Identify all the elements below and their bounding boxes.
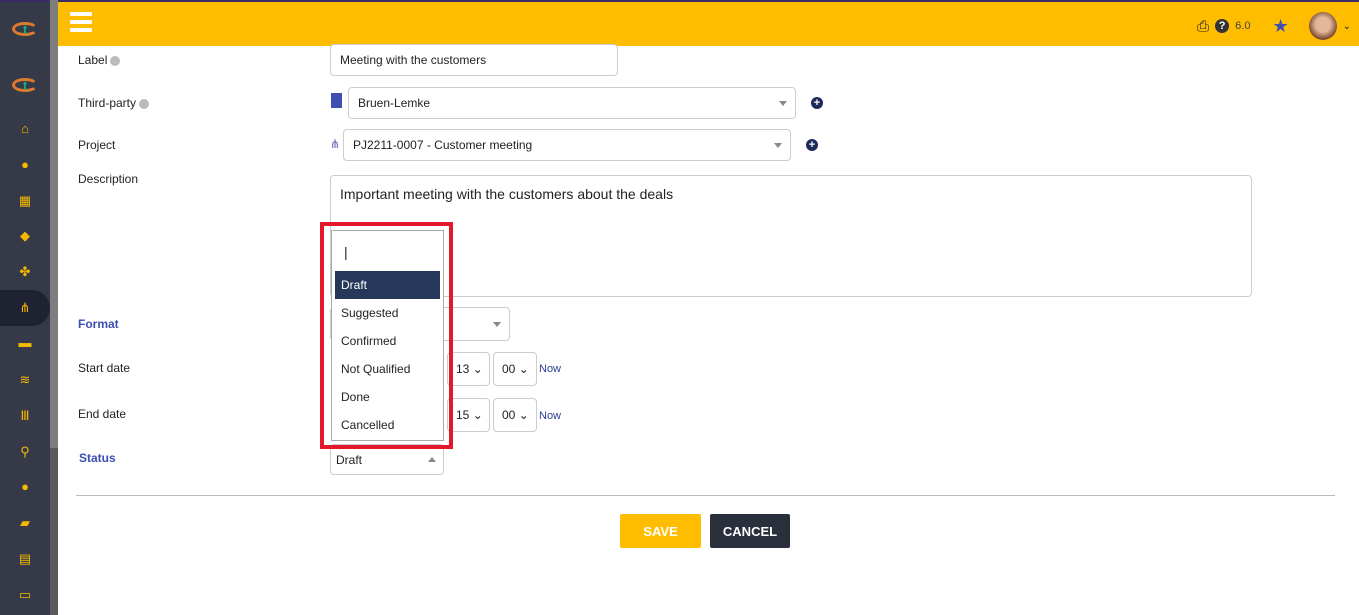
end-now-link[interactable]: Now [539, 410, 561, 422]
highlight-box [320, 222, 453, 449]
print-icon[interactable]: ⎙ [1197, 18, 1209, 35]
logo[interactable]: t [12, 22, 38, 37]
cubes-icon[interactable]: ✤ [0, 261, 50, 283]
format-label: Format [78, 317, 119, 331]
status-label: Status [79, 451, 116, 465]
building-icon[interactable]: ▦ [0, 190, 50, 212]
calendar-icon[interactable]: ▤ [0, 548, 50, 570]
project-select[interactable]: PJ2211-0007 - Customer meeting [343, 129, 791, 161]
project-icon: ⋔ [330, 137, 341, 151]
end-minute-select[interactable]: 00 ⌄ [493, 398, 537, 432]
ticket-icon[interactable]: ▭ [0, 584, 50, 606]
home-icon[interactable]: ⌂ [0, 118, 50, 140]
divider [76, 495, 1335, 496]
save-button[interactable]: SAVE [620, 514, 701, 548]
project-label: Project [78, 138, 116, 152]
sidebar: t t ⌂ ● ▦ ◆ ✤ ⋔ ▬ ≋ Ⅲ ⚲ ● ▰ ▤ ▭ [0, 0, 50, 615]
avatar[interactable] [1308, 12, 1337, 40]
label-label: Label [78, 53, 121, 67]
chevron-down-icon[interactable]: ⌄ [1343, 21, 1351, 32]
start-now-link[interactable]: Now [539, 363, 561, 375]
star-icon[interactable]: ★ [1272, 16, 1288, 37]
sidebar-scrollbar[interactable] [50, 0, 58, 615]
start-hour-select[interactable]: 13 ⌄ [447, 352, 490, 386]
start-minute-select[interactable]: 00 ⌄ [493, 352, 537, 386]
third-party-label: Third-party [78, 96, 150, 110]
project-icon[interactable]: ⋔ [0, 290, 50, 326]
label-input[interactable]: Meeting with the customers [330, 44, 618, 76]
search-dollar-icon[interactable]: ⚲ [0, 441, 50, 463]
logo-secondary[interactable]: t [12, 78, 38, 93]
add-third-party-button[interactable]: + [811, 97, 823, 109]
user-tie-icon[interactable]: ● [0, 476, 50, 498]
add-project-button[interactable]: + [806, 139, 818, 151]
folder-icon[interactable]: ▰ [0, 512, 50, 534]
coins-icon[interactable]: ≋ [0, 369, 50, 391]
building-icon [331, 93, 342, 108]
info-icon [110, 55, 121, 66]
briefcase-icon[interactable]: ▬ [0, 332, 50, 354]
help-icon[interactable]: ? [1215, 19, 1230, 33]
user-icon[interactable]: ● [0, 154, 50, 176]
start-date-label: Start date [78, 361, 131, 375]
version: 6.0 [1235, 20, 1251, 32]
info-icon [139, 98, 150, 109]
description-textarea[interactable]: Important meeting with the customers abo… [330, 175, 1252, 297]
menu-icon[interactable] [70, 12, 92, 36]
third-party-select[interactable]: Bruen-Lemke [348, 87, 796, 119]
cancel-button[interactable]: CANCEL [710, 514, 790, 548]
bank-icon[interactable]: Ⅲ [0, 405, 50, 427]
end-date-label: End date [78, 407, 127, 421]
box-icon[interactable]: ◆ [0, 225, 50, 247]
top-bar: ⎙ ? 6.0 ★ ⌄ [58, 0, 1359, 46]
description-label: Description [78, 172, 139, 186]
end-hour-select[interactable]: 15 ⌄ [447, 398, 490, 432]
